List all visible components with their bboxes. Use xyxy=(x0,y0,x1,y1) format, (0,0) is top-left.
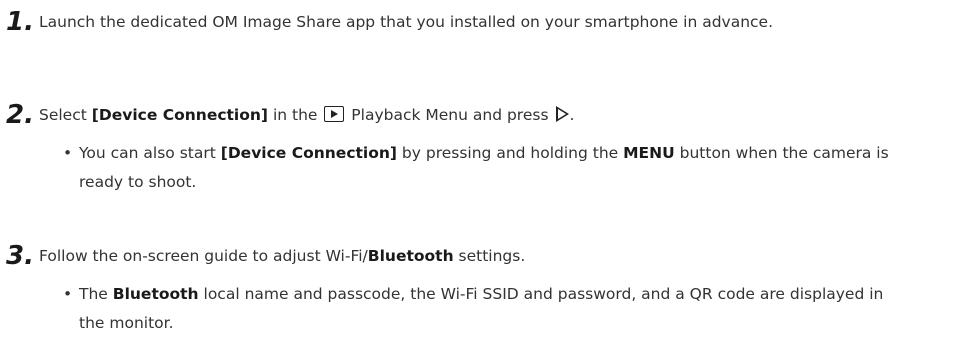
bullet: • xyxy=(63,285,73,303)
list-item: • The Bluetooth local name and passcode,… xyxy=(0,280,899,338)
step-number: 2. xyxy=(6,100,34,130)
step-number: 3. xyxy=(6,241,34,271)
step-number: 1. xyxy=(6,7,34,37)
button-name: MENU xyxy=(623,144,675,162)
list-item: • You can also start [Device Connection]… xyxy=(0,139,899,197)
feature-name: Bluetooth xyxy=(112,285,199,303)
bullet: • xyxy=(63,144,73,162)
step-2: 2. Select [Device Connection] in the Pla… xyxy=(0,100,950,197)
step-text: Launch the dedicated OM Image Share app … xyxy=(39,13,774,31)
feature-name: Bluetooth xyxy=(367,247,454,265)
step-text: Select [Device Connection] in the Playba… xyxy=(39,106,575,124)
right-arrow-icon xyxy=(556,106,570,122)
menu-item-name: [Device Connection] xyxy=(220,144,397,162)
step-text: Follow the on-screen guide to adjust Wi-… xyxy=(39,247,526,265)
step-1: 1. Launch the dedicated OM Image Share a… xyxy=(0,7,950,37)
step-3: 3. Follow the on-screen guide to adjust … xyxy=(0,241,950,338)
playback-icon xyxy=(324,106,345,122)
menu-item-name: [Device Connection] xyxy=(91,106,269,124)
